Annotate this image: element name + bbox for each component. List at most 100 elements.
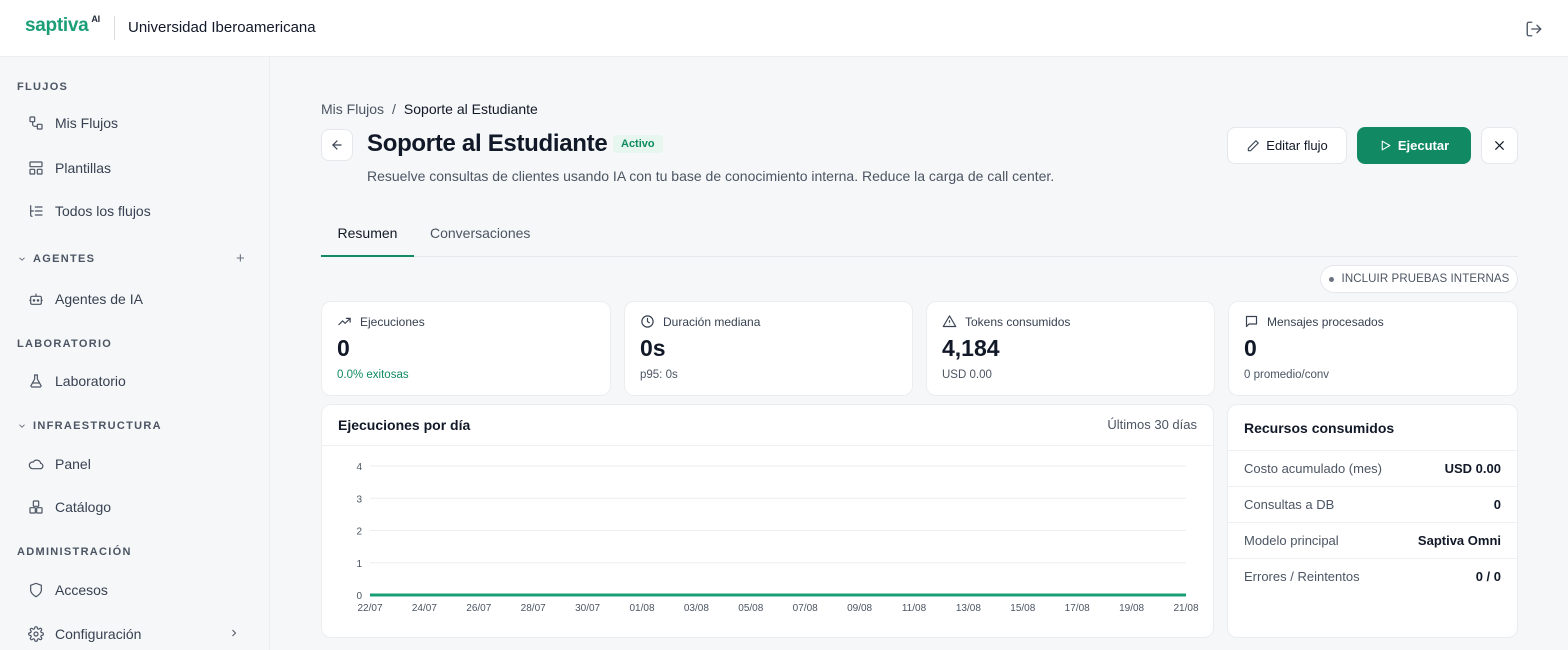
sidebar-item-agentes-ia[interactable]: Agentes de IA [17, 282, 254, 316]
sidebar-item-todos-flujos[interactable]: Todos los flujos [17, 194, 254, 228]
x-tick-label: 30/07 [575, 603, 600, 614]
sidebar-item-catalogo[interactable]: Catálogo [17, 490, 254, 524]
resource-label: Costo acumulado (mes) [1244, 461, 1382, 476]
chevron-down-icon [19, 257, 25, 261]
section-agentes[interactable]: AGENTES [17, 253, 95, 265]
x-tick-label: 19/08 [1119, 603, 1144, 614]
top-bar: saptiva AI Universidad Iberoamericana [0, 0, 1568, 57]
sidebar-item-configuracion[interactable]: Configuración [17, 617, 254, 650]
edit-flow-button[interactable]: Editar flujo [1227, 127, 1347, 164]
metric-sub: 0 promedio/conv [1244, 369, 1330, 381]
toggle-dot [1328, 276, 1334, 282]
breadcrumb-parent[interactable]: Mis Flujos [321, 101, 384, 117]
edit-flow-label: Editar flujo [1266, 138, 1328, 153]
close-icon [1495, 141, 1504, 150]
sidebar-item-label: Mis Flujos [55, 115, 119, 131]
logout-icon[interactable] [1525, 20, 1543, 38]
resource-row: Errores / Reintentos 0 / 0 [1228, 558, 1517, 594]
sidebar-item-panel[interactable]: Panel [17, 447, 254, 481]
x-tick-label: 21/08 [1173, 603, 1198, 614]
logo-text: saptiva [25, 15, 89, 36]
x-tick-label: 15/08 [1010, 603, 1035, 614]
sidebar-item-label: Configuración [55, 626, 142, 642]
metric-label: Tokens consumidos [965, 314, 1071, 329]
x-tick-label: 24/07 [412, 603, 437, 614]
clock-icon [641, 315, 654, 328]
resource-value: USD 0.00 [1444, 461, 1501, 476]
close-button[interactable] [1481, 127, 1518, 164]
sidebar-item-label: Todos los flujos [55, 203, 151, 219]
resources-card: Recursos consumidos Costo acumulado (mes… [1227, 404, 1518, 638]
play-icon [1381, 140, 1391, 151]
metric-sub: USD 0.00 [942, 369, 992, 381]
x-tick-label: 28/07 [521, 603, 546, 614]
metric-value: 0 [1244, 335, 1257, 361]
tab-bar: Resumen Conversaciones [321, 218, 1518, 257]
run-button[interactable]: Ejecutar [1357, 127, 1471, 164]
template-icon [27, 159, 45, 177]
metric-value: 0 [337, 335, 350, 361]
resource-label: Consultas a DB [1244, 497, 1335, 512]
x-tick-label: 05/08 [738, 603, 763, 614]
y-tick-label: 2 [356, 527, 362, 538]
resource-label: Errores / Reintentos [1244, 569, 1360, 584]
x-tick-label: 03/08 [684, 603, 709, 614]
metric-card-mensajes: Mensajes procesados 0 0 promedio/conv [1228, 301, 1518, 396]
gear-icon [27, 625, 45, 643]
metric-sub: 0.0% exitosas [337, 369, 409, 381]
sidebar-item-label: Laboratorio [55, 373, 126, 389]
logo-sup: AI [91, 14, 100, 24]
sidebar-item-label: Accesos [55, 582, 108, 598]
shield-icon [27, 581, 45, 599]
trending-up-icon [338, 317, 351, 326]
metric-label: Mensajes procesados [1267, 314, 1384, 329]
chart-title: Ejecuciones por día [338, 417, 471, 433]
include-internal-tests-toggle[interactable]: INCLUIR PRUEBAS INTERNAS [1320, 265, 1518, 293]
workflow-icon [27, 114, 45, 132]
metric-value: 4,184 [942, 335, 1000, 361]
add-agent-icon[interactable]: + [236, 250, 245, 267]
resource-row: Consultas a DB 0 [1228, 486, 1517, 522]
section-label: AGENTES [33, 253, 96, 265]
message-icon [1245, 315, 1258, 328]
sidebar-item-mis-flujos[interactable]: Mis Flujos [17, 106, 254, 140]
executions-chart-card: Ejecuciones por día Últimos 30 días 0 1 2 3… [321, 404, 1214, 638]
y-tick-label: 1 [356, 559, 362, 570]
sidebar-item-accesos[interactable]: Accesos [17, 573, 254, 607]
resource-value: 0 [1493, 497, 1501, 512]
alert-triangle-icon [942, 315, 957, 328]
sidebar-item-label: Catálogo [55, 499, 112, 515]
x-tick-label: 01/08 [629, 603, 654, 614]
chevron-right-icon [232, 629, 237, 637]
flask-icon [27, 372, 45, 390]
sidebar-item-laboratorio[interactable]: Laboratorio [17, 364, 254, 398]
breadcrumb: Mis Flujos / Soporte al Estudiante [321, 101, 538, 117]
section-laboratorio: LABORATORIO [17, 338, 113, 350]
tab-resumen[interactable]: Resumen [321, 218, 414, 257]
sidebar-item-label: Plantillas [55, 160, 112, 176]
metric-value: 0s [640, 335, 666, 361]
executions-chart: 0 1 2 3 4 22/07 24/07 26/07 28/07 30/07 01/08 03/08… [356, 462, 1199, 614]
page-title: Soporte al Estudiante [367, 130, 608, 157]
resource-row: Modelo principal Saptiva Omni [1228, 522, 1517, 558]
logo-divider [114, 16, 115, 40]
metric-card-duracion: Duración mediana 0s p95: 0s [624, 301, 913, 396]
sidebar-item-plantillas[interactable]: Plantillas [17, 151, 254, 185]
section-infraestructura[interactable]: INFRAESTRUCTURA [17, 420, 162, 432]
chart-range[interactable]: Últimos 30 días [1107, 417, 1197, 432]
chevron-down-icon [19, 424, 25, 428]
x-tick-label: 26/07 [466, 603, 491, 614]
page-description: Resuelve consultas de clientes usando IA… [367, 168, 1055, 184]
saptiva-logo[interactable]: saptiva AI [25, 14, 100, 37]
resource-value: Saptiva Omni [1417, 533, 1501, 548]
x-tick-label: 09/08 [847, 603, 872, 614]
resource-value: 0 / 0 [1475, 569, 1501, 584]
cloud-icon [27, 455, 45, 473]
tab-conversaciones[interactable]: Conversaciones [430, 218, 530, 257]
back-button[interactable] [321, 129, 353, 161]
metric-card-ejecuciones: Ejecuciones 0 0.0% exitosas [321, 301, 611, 396]
section-flujos: FLUJOS [17, 81, 69, 93]
x-tick-label: 13/08 [956, 603, 981, 614]
list-tree-icon [27, 202, 45, 220]
resources-title: Recursos consumidos [1244, 420, 1395, 436]
